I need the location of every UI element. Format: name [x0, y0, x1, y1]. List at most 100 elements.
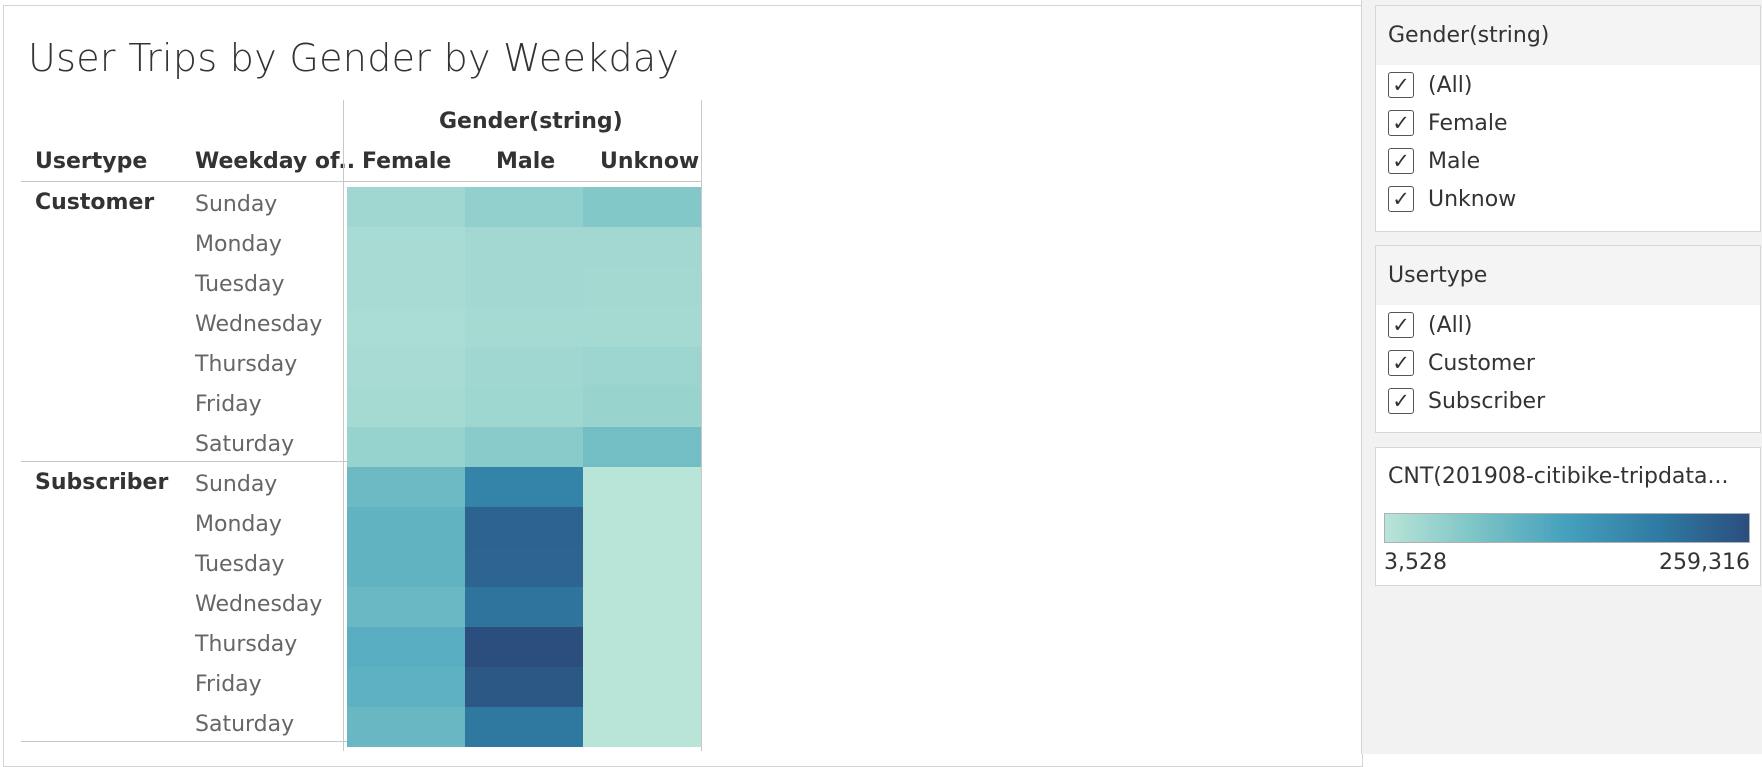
gender-option-male[interactable]: ✓ Male: [1376, 142, 1760, 180]
option-label: Customer: [1428, 350, 1535, 376]
column-header-gender: Gender(string): [439, 109, 623, 134]
weekday-label: Tuesday: [195, 552, 285, 577]
heatmap-cell[interactable]: [347, 347, 465, 387]
group-label-subscriber: Subscriber: [35, 470, 169, 495]
header-divider-vertical-right: [701, 100, 702, 751]
checkbox-checked-icon[interactable]: ✓: [1388, 350, 1414, 376]
checkbox-checked-icon[interactable]: ✓: [1388, 312, 1414, 338]
weekday-label: Thursday: [195, 632, 298, 657]
heatmap-cell[interactable]: [465, 307, 583, 347]
checkbox-checked-icon[interactable]: ✓: [1388, 72, 1414, 98]
weekday-label: Monday: [195, 512, 282, 537]
heatmap-cell[interactable]: [347, 307, 465, 347]
main-view: User Trips by Gender by Weekday Gender(s…: [3, 5, 1363, 767]
option-label: (All): [1428, 312, 1473, 338]
checkbox-checked-icon[interactable]: ✓: [1388, 186, 1414, 212]
heatmap-cell[interactable]: [465, 707, 583, 747]
heatmap-cell[interactable]: [583, 307, 701, 347]
legend-min-value: 3,528: [1384, 550, 1447, 575]
legend-max-value: 259,316: [1659, 550, 1750, 575]
heatmap-cell[interactable]: [347, 627, 465, 667]
heatmap-cell[interactable]: [583, 627, 701, 667]
heatmap-cell[interactable]: [583, 267, 701, 307]
gender-option-all[interactable]: ✓ (All): [1376, 66, 1760, 104]
option-label: (All): [1428, 72, 1473, 98]
usertype-option-all[interactable]: ✓ (All): [1376, 306, 1760, 344]
heatmap-cell[interactable]: [465, 587, 583, 627]
weekday-label: Saturday: [195, 712, 295, 737]
heatmap-cell[interactable]: [583, 667, 701, 707]
gender-filter-title: Gender(string): [1376, 6, 1760, 65]
heatmap-cell[interactable]: [465, 227, 583, 267]
heatmap-cell[interactable]: [583, 227, 701, 267]
checkbox-checked-icon[interactable]: ✓: [1388, 148, 1414, 174]
column-header-weekday: Weekday of..: [195, 149, 356, 174]
sidebar: Gender(string) ✓ (All) ✓ Female ✓ Male ✓…: [1361, 0, 1762, 754]
option-label: Female: [1428, 110, 1508, 136]
heatmap-cell[interactable]: [347, 187, 465, 227]
checkbox-checked-icon[interactable]: ✓: [1388, 388, 1414, 414]
weekday-label: Wednesday: [195, 592, 323, 617]
weekday-label: Saturday: [195, 432, 295, 457]
color-legend-card: CNT(201908-citibike-tripdata... 3,528 25…: [1375, 447, 1761, 586]
header-divider-vertical-left: [343, 100, 344, 751]
weekday-label: Sunday: [195, 472, 278, 497]
heatmap-cell[interactable]: [465, 387, 583, 427]
column-header-female: Female: [362, 149, 452, 174]
heatmap-cell[interactable]: [347, 387, 465, 427]
heatmap-cell[interactable]: [465, 467, 583, 507]
usertype-option-subscriber[interactable]: ✓ Subscriber: [1376, 382, 1760, 420]
weekday-label: Tuesday: [195, 272, 285, 297]
checkbox-checked-icon[interactable]: ✓: [1388, 110, 1414, 136]
usertype-filter-card: Usertype ✓ (All) ✓ Customer ✓ Subscriber: [1375, 245, 1761, 433]
heatmap-cell[interactable]: [347, 267, 465, 307]
heatmap-cell[interactable]: [465, 627, 583, 667]
color-legend-bar: [1384, 513, 1750, 543]
heatmap-cell[interactable]: [583, 707, 701, 747]
weekday-label: Friday: [195, 392, 262, 417]
heatmap-cell[interactable]: [583, 347, 701, 387]
column-header-usertype: Usertype: [35, 149, 148, 174]
heatmap-cell[interactable]: [583, 427, 701, 467]
weekday-label: Wednesday: [195, 312, 323, 337]
header-divider-horizontal: [21, 181, 702, 182]
heatmap-cell[interactable]: [583, 507, 701, 547]
heatmap-cell[interactable]: [583, 387, 701, 427]
gender-option-unknow[interactable]: ✓ Unknow: [1376, 180, 1760, 218]
heatmap-cell[interactable]: [347, 707, 465, 747]
heatmap-cell[interactable]: [583, 547, 701, 587]
option-label: Unknow: [1428, 186, 1517, 212]
legend-title: CNT(201908-citibike-tripdata...: [1376, 448, 1760, 506]
heatmap-cell[interactable]: [347, 507, 465, 547]
column-header-male: Male: [496, 149, 556, 174]
weekday-label: Sunday: [195, 192, 278, 217]
heatmap-cell[interactable]: [465, 507, 583, 547]
usertype-option-customer[interactable]: ✓ Customer: [1376, 344, 1760, 382]
heatmap-cell[interactable]: [465, 187, 583, 227]
group-label-customer: Customer: [35, 190, 155, 215]
heatmap-cell[interactable]: [583, 587, 701, 627]
heatmap-cell[interactable]: [465, 667, 583, 707]
weekday-label: Monday: [195, 232, 282, 257]
heatmap-cell[interactable]: [583, 187, 701, 227]
option-label: Male: [1428, 148, 1481, 174]
weekday-label: Thursday: [195, 352, 298, 377]
gender-option-female[interactable]: ✓ Female: [1376, 104, 1760, 142]
weekday-label: Friday: [195, 672, 262, 697]
heatmap-cell[interactable]: [465, 347, 583, 387]
heatmap-cell[interactable]: [347, 667, 465, 707]
usertype-filter-title: Usertype: [1376, 246, 1760, 305]
heatmap-cell[interactable]: [465, 267, 583, 307]
heatmap-cell[interactable]: [583, 467, 701, 507]
column-header-unknow: Unknow: [600, 149, 700, 174]
heatmap-cell[interactable]: [347, 467, 465, 507]
option-label: Subscriber: [1428, 388, 1546, 414]
heatmap-cell[interactable]: [347, 427, 465, 467]
heatmap-cell[interactable]: [347, 587, 465, 627]
heatmap-cell[interactable]: [465, 427, 583, 467]
heatmap-cell[interactable]: [465, 547, 583, 587]
chart-title: User Trips by Gender by Weekday: [28, 36, 680, 80]
heatmap-cell[interactable]: [347, 547, 465, 587]
heatmap-cell[interactable]: [347, 227, 465, 267]
gender-filter-card: Gender(string) ✓ (All) ✓ Female ✓ Male ✓…: [1375, 5, 1761, 232]
